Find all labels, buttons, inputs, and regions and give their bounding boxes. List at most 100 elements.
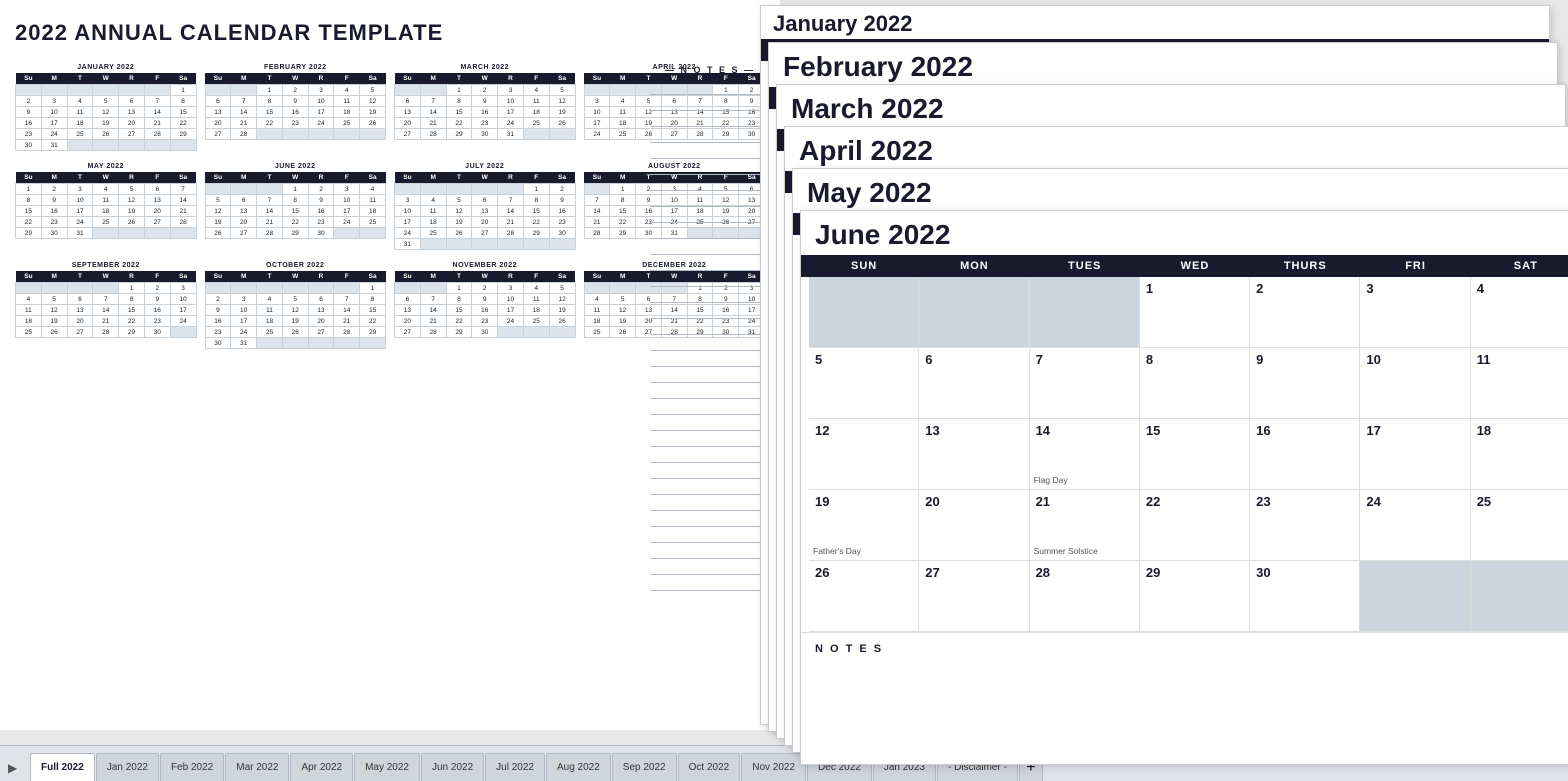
mini-cal-day: 27: [308, 327, 334, 338]
mini-cal-day: 29: [610, 228, 636, 239]
tab-item-6[interactable]: Jun 2022: [421, 753, 484, 781]
tab-item-2[interactable]: Feb 2022: [160, 753, 224, 781]
mini-cal-day: 22: [170, 118, 196, 129]
mini-cal-day: [144, 228, 170, 239]
tab-item-1[interactable]: Jan 2022: [96, 753, 159, 781]
mini-cal-day: 6: [395, 96, 421, 107]
mini-cal-day: 2: [205, 294, 231, 305]
mini-cal-day: [395, 283, 421, 294]
mini-cal-day: 3: [41, 96, 67, 107]
mini-cal-day: 1: [360, 283, 386, 294]
mini-cal-day: 10: [334, 195, 360, 206]
mini-cal-day: 4: [67, 96, 93, 107]
mini-cal-day: 9: [282, 96, 308, 107]
mini-cal-day: 3: [67, 184, 93, 195]
mini-cal-day: [360, 338, 386, 349]
mini-cal-day: 18: [360, 206, 386, 217]
tab-item-11[interactable]: Nov 2022: [741, 753, 806, 781]
tab-item-3[interactable]: Mar 2022: [225, 753, 289, 781]
mini-cal-day: [93, 140, 119, 151]
mini-cal-day: 24: [231, 327, 257, 338]
mini-cal-day: 15: [282, 206, 308, 217]
mini-cal-day: 14: [257, 206, 283, 217]
mini-cal-day: [610, 283, 636, 294]
mini-cal-day: 12: [360, 96, 386, 107]
mini-cal-day: 17: [334, 206, 360, 217]
tab-item-9[interactable]: Sep 2022: [612, 753, 677, 781]
feb-title: February 2022: [769, 43, 1557, 87]
mini-cal-day: 7: [420, 294, 446, 305]
mini-cal-day: 4: [610, 96, 636, 107]
mini-cal-day: 1: [257, 85, 283, 96]
mini-cal-day: 20: [395, 316, 421, 327]
mini-cal-day: [231, 184, 257, 195]
mini-cal-day: 6: [205, 96, 231, 107]
mini-cal-day: 28: [170, 217, 196, 228]
mini-cal-day: 24: [584, 129, 610, 140]
jun-day-cell: 11: [1471, 348, 1568, 418]
mini-cal-day: 24: [308, 118, 334, 129]
mini-cal-day: 20: [308, 316, 334, 327]
mini-cal-day: 17: [498, 107, 524, 118]
mini-cal-day: 19: [282, 316, 308, 327]
mini-cal-day: 29: [523, 228, 549, 239]
mini-cal-day: 12: [205, 206, 231, 217]
mini-cal-title: JUNE 2022: [205, 163, 387, 170]
tab-item-10[interactable]: Oct 2022: [678, 753, 741, 781]
mini-cal-day: 28: [144, 129, 170, 140]
mini-cal-day: 13: [395, 305, 421, 316]
tab-item-5[interactable]: May 2022: [354, 753, 420, 781]
mini-cal-day: 14: [144, 107, 170, 118]
tab-item-7[interactable]: Jul 2022: [485, 753, 545, 781]
mini-cal-day: 13: [67, 305, 93, 316]
mini-cal-day: 1: [523, 184, 549, 195]
mini-cal-day: 12: [282, 305, 308, 316]
tab-item-0[interactable]: Full 2022: [30, 753, 95, 781]
mini-cal-day: [360, 228, 386, 239]
mini-cal-day: 9: [472, 294, 498, 305]
mini-cal-day: 8: [360, 294, 386, 305]
mini-cal-day: 12: [549, 294, 575, 305]
jun-week-row: 121314Flag Day15161718: [809, 419, 1568, 490]
mini-cal-day: [67, 283, 93, 294]
mini-cal-day: 26: [549, 316, 575, 327]
mini-cal-day: 31: [67, 228, 93, 239]
mini-cal-day: 19: [41, 316, 67, 327]
mini-cal-day: [420, 184, 446, 195]
mini-cal-day: 5: [610, 294, 636, 305]
mini-cal-day: 18: [523, 305, 549, 316]
mini-cal-day: [472, 184, 498, 195]
mini-cal-day: 10: [41, 107, 67, 118]
mini-cal-day: 25: [334, 118, 360, 129]
mini-cal-day: 24: [170, 316, 196, 327]
jun-day-cell: 20: [919, 490, 1029, 560]
jun-week-row: 2627282930: [809, 561, 1568, 632]
mini-cal-day: 18: [93, 206, 119, 217]
mini-cal-day: [119, 140, 145, 151]
mini-cal-day: 11: [360, 195, 386, 206]
mini-cal-day: 3: [498, 85, 524, 96]
mini-cal-day: 20: [231, 217, 257, 228]
mini-cal-8: SEPTEMBER 2022SuMTWRFSa12345678910111213…: [15, 262, 197, 349]
jun-event-label: Flag Day: [1034, 475, 1068, 485]
mini-cal-day: 22: [446, 316, 472, 327]
mini-cal-day: 1: [16, 184, 42, 195]
mini-cal-day: 13: [308, 305, 334, 316]
mini-cal-day: 29: [282, 228, 308, 239]
mini-cal-day: [170, 327, 196, 338]
tab-item-8[interactable]: Aug 2022: [546, 753, 611, 781]
jun-title: June 2022: [801, 211, 1568, 255]
mini-cal-day: [231, 85, 257, 96]
mini-cal-day: 30: [472, 129, 498, 140]
mini-cal-day: 15: [446, 305, 472, 316]
mini-cal-day: [67, 140, 93, 151]
mini-cal-day: 15: [119, 305, 145, 316]
tab-item-4[interactable]: Apr 2022: [290, 753, 353, 781]
mini-cal-day: 18: [523, 107, 549, 118]
mini-cal-day: 24: [41, 129, 67, 140]
mini-cal-day: [584, 85, 610, 96]
tab-nav-arrow[interactable]: ▶: [8, 761, 17, 775]
mini-cal-day: 19: [549, 107, 575, 118]
jun-day-cell: 17: [1360, 419, 1470, 489]
mini-cal-day: 25: [420, 228, 446, 239]
